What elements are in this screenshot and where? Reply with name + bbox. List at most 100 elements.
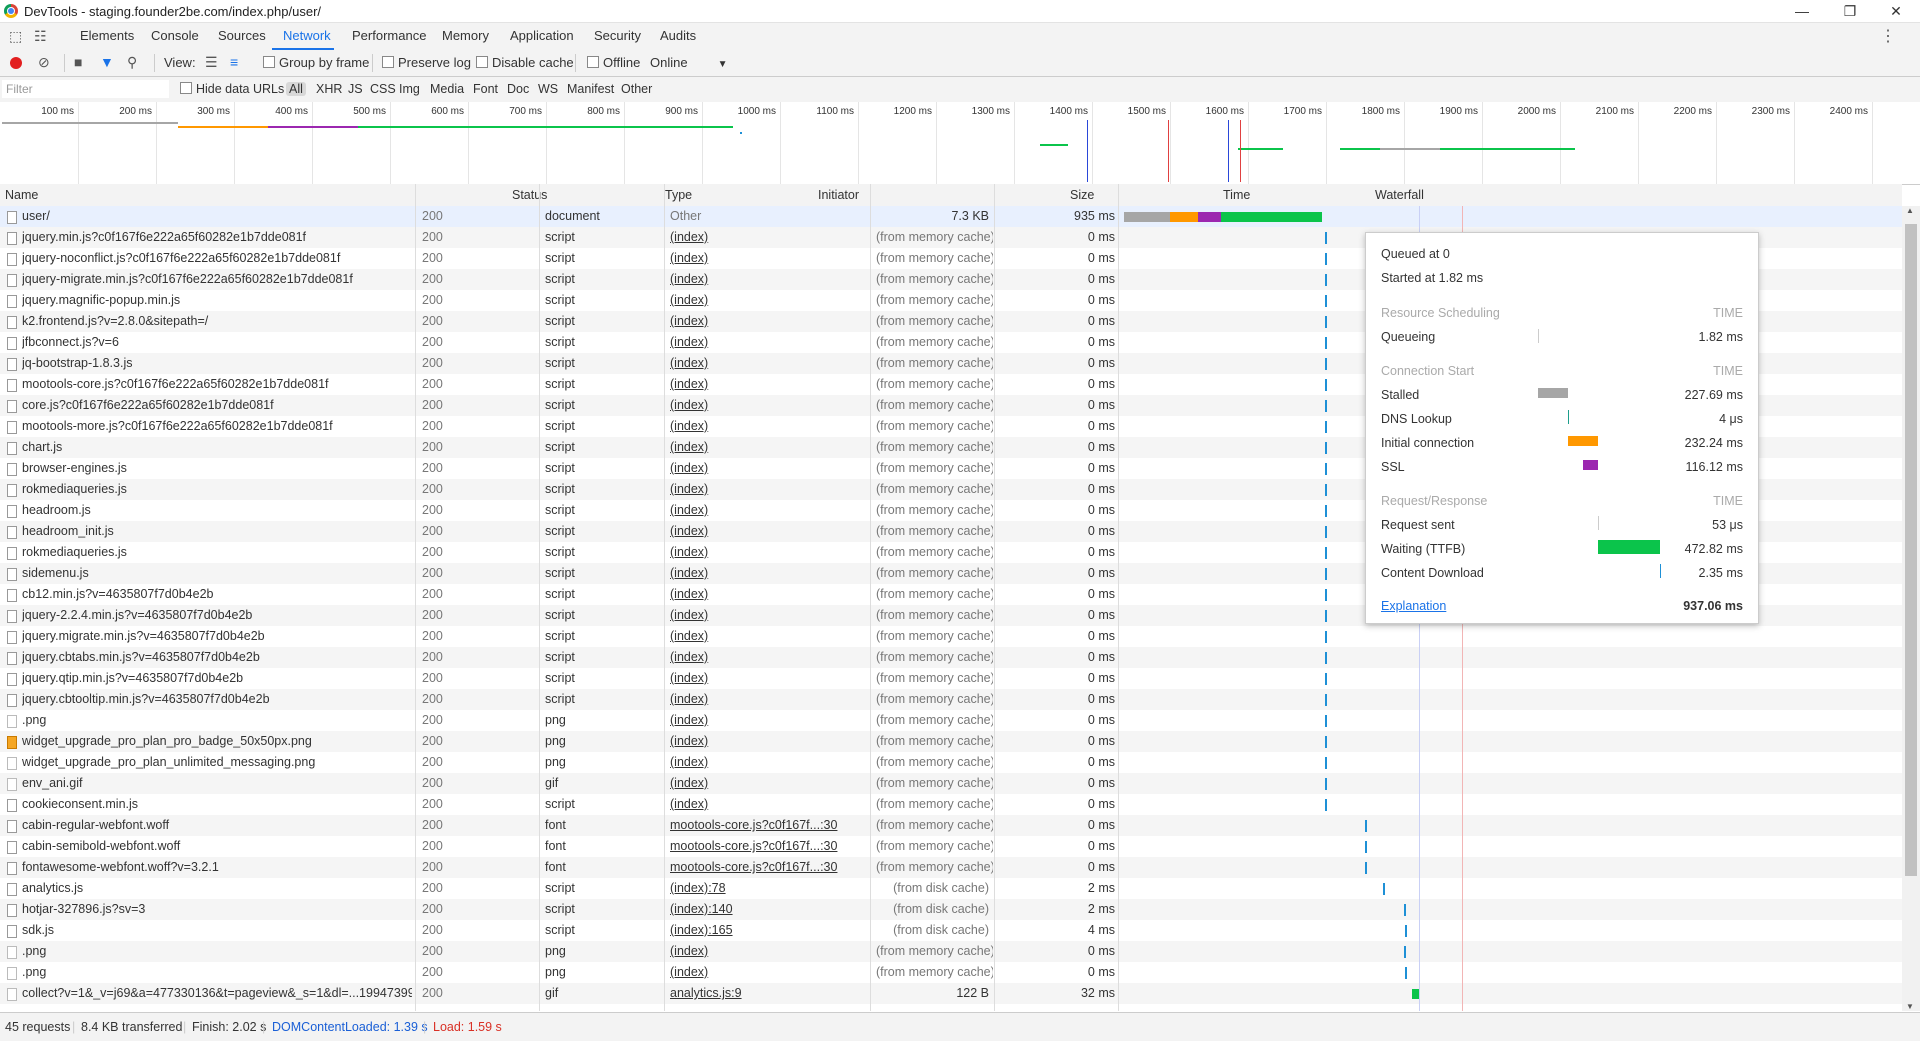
column-header-waterfall[interactable]: Waterfall <box>1375 188 1424 202</box>
waterfall-bar[interactable] <box>1198 212 1221 222</box>
filter-type-all[interactable]: All <box>286 82 306 96</box>
cell-initiator[interactable]: (index) <box>670 269 865 290</box>
table-row[interactable]: cabin-semibold-webfont.woff 200 font mootoo… <box>0 836 1902 857</box>
close-window-icon[interactable]: ✕ <box>1874 0 1918 22</box>
filter-type-font[interactable]: Font <box>473 82 498 96</box>
waterfall-bar[interactable] <box>1325 505 1327 517</box>
tab-performance[interactable]: Performance <box>352 28 426 43</box>
tab-sources[interactable]: Sources <box>218 28 266 43</box>
tab-memory[interactable]: Memory <box>442 28 489 43</box>
cell-initiator[interactable]: (index) <box>670 521 865 542</box>
cell-initiator[interactable]: (index) <box>670 542 865 563</box>
filter-type-media[interactable]: Media <box>430 82 464 96</box>
tab-application[interactable]: Application <box>510 28 574 43</box>
waterfall-bar[interactable] <box>1325 295 1327 307</box>
table-row[interactable]: jquery.qtip.min.js?v=4635807f7d0b4e2b 200… <box>0 668 1902 689</box>
waterfall-bar[interactable] <box>1325 484 1327 496</box>
waterfall-bar[interactable] <box>1325 400 1327 412</box>
cell-initiator[interactable]: (index) <box>670 584 865 605</box>
cell-initiator[interactable]: (index) <box>670 626 865 647</box>
large-rows-icon[interactable]: ☰ <box>205 54 218 71</box>
cell-initiator[interactable]: mootools-core.js?c0f167f...:30 <box>670 815 865 836</box>
column-header-time[interactable]: Time <box>1223 188 1250 202</box>
cell-initiator[interactable]: (index) <box>670 563 865 584</box>
waterfall-bar[interactable] <box>1325 757 1327 769</box>
filter-type-ws[interactable]: WS <box>538 82 558 96</box>
waterfall-bar[interactable] <box>1325 442 1327 454</box>
cell-initiator[interactable]: (index) <box>670 290 865 311</box>
cell-initiator[interactable]: (index) <box>670 731 865 752</box>
filter-type-img[interactable]: Img <box>399 82 420 96</box>
record-button[interactable] <box>10 57 22 69</box>
cell-initiator[interactable]: (index) <box>670 668 865 689</box>
waterfall-bar[interactable] <box>1325 610 1327 622</box>
cell-initiator[interactable]: (index) <box>670 437 865 458</box>
waterfall-bar[interactable] <box>1325 253 1327 265</box>
table-row[interactable]: analytics.js 200 script (index):78 (from dis… <box>0 878 1902 899</box>
scroll-up-icon[interactable]: ▲ <box>1906 206 1914 215</box>
cell-initiator[interactable]: mootools-core.js?c0f167f...:30 <box>670 857 865 878</box>
column-header-type[interactable]: Type <box>665 188 692 202</box>
column-header-size[interactable]: Size <box>1070 188 1094 202</box>
cell-initiator[interactable]: (index) <box>670 710 865 731</box>
more-options-icon[interactable]: ⋮ <box>1880 26 1896 46</box>
cell-initiator[interactable]: (index) <box>670 500 865 521</box>
device-toolbar-icon[interactable]: ☷ <box>34 28 47 45</box>
waterfall-bar[interactable] <box>1365 841 1367 853</box>
cell-initiator[interactable]: (index) <box>670 773 865 794</box>
waterfall-bar[interactable] <box>1325 631 1327 643</box>
cell-initiator[interactable]: (index) <box>670 416 865 437</box>
search-icon[interactable]: ⚲ <box>127 54 137 71</box>
waterfall-bar[interactable] <box>1404 946 1406 958</box>
waterfall-bar[interactable] <box>1124 212 1170 222</box>
cell-initiator[interactable]: (index):140 <box>670 899 865 920</box>
cell-initiator[interactable]: (index) <box>670 332 865 353</box>
waterfall-bar[interactable] <box>1325 589 1327 601</box>
filter-type-css[interactable]: CSS <box>370 82 396 96</box>
waterfall-bar[interactable] <box>1325 799 1327 811</box>
cell-initiator[interactable]: mootools-core.js?c0f167f...:30 <box>670 836 865 857</box>
group-by-frame-toggle[interactable]: Group by frame <box>263 55 369 70</box>
cell-initiator[interactable]: (index):78 <box>670 878 865 899</box>
table-row[interactable]: jquery.cbtooltip.min.js?v=4635807f7d0b4e… <box>0 689 1902 710</box>
table-row[interactable]: user/200 document Other 7.3 KB 935 ms <box>0 206 1902 227</box>
table-row[interactable]: cookieconsent.min.js 200 script (index) (fro… <box>0 794 1902 815</box>
filter-input[interactable]: Filter <box>2 80 169 98</box>
column-header-status[interactable]: Status <box>512 188 547 202</box>
cell-initiator[interactable]: (index) <box>670 374 865 395</box>
minimize-icon[interactable]: — <box>1780 0 1824 22</box>
cell-initiator[interactable]: (index) <box>670 227 865 248</box>
cell-initiator[interactable]: (index):165 <box>670 920 865 941</box>
cell-initiator[interactable]: (index) <box>670 458 865 479</box>
waterfall-bar[interactable] <box>1325 421 1327 433</box>
clear-icon[interactable]: ⊘ <box>38 54 50 71</box>
filter-type-doc[interactable]: Doc <box>507 82 529 96</box>
waterfall-bar[interactable] <box>1325 337 1327 349</box>
cell-initiator[interactable]: (index) <box>670 311 865 332</box>
scroll-down-icon[interactable]: ▼ <box>1906 1002 1914 1011</box>
waterfall-bar[interactable] <box>1325 673 1327 685</box>
waterfall-bar[interactable] <box>1365 862 1367 874</box>
waterfall-bar[interactable] <box>1404 904 1406 916</box>
filter-type-manifest[interactable]: Manifest <box>567 82 614 96</box>
filter-type-other[interactable]: Other <box>621 82 652 96</box>
table-row[interactable]: widget_upgrade_pro_plan_pro_badge_50x50p… <box>0 731 1902 752</box>
cell-initiator[interactable]: (index) <box>670 962 865 983</box>
cell-initiator[interactable]: (index) <box>670 794 865 815</box>
table-row[interactable]: widget_upgrade_pro_plan_unlimited_messag… <box>0 752 1902 773</box>
waterfall-bar[interactable] <box>1412 989 1419 999</box>
cell-initiator[interactable]: analytics.js:9 <box>670 983 865 1004</box>
offline-toggle[interactable]: Offline <box>587 55 640 70</box>
overview-toggle-icon[interactable]: ≡ <box>230 54 238 70</box>
waterfall-bar[interactable] <box>1325 694 1327 706</box>
table-row[interactable]: fontawesome-webfont.woff?v=3.2.1 200 font m… <box>0 857 1902 878</box>
table-row[interactable]: .png 200 png (index) (from memory cache) 0 ms <box>0 962 1902 983</box>
table-row[interactable]: env_ani.gif 200 gif (index) (from memory cac… <box>0 773 1902 794</box>
waterfall-bar[interactable] <box>1383 883 1385 895</box>
waterfall-bar[interactable] <box>1325 568 1327 580</box>
waterfall-bar[interactable] <box>1325 526 1327 538</box>
cell-initiator[interactable]: (index) <box>670 689 865 710</box>
maximize-icon[interactable]: ❐ <box>1828 0 1872 22</box>
cell-initiator[interactable]: (index) <box>670 941 865 962</box>
throttling-select[interactable]: Online ▼ <box>650 55 727 70</box>
